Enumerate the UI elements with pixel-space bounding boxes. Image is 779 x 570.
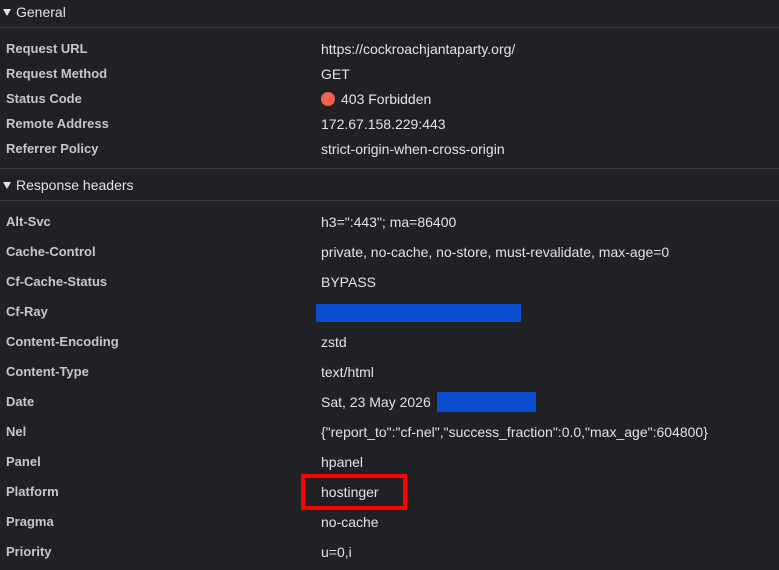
header-key: Cf-Ray <box>6 304 48 319</box>
header-key: Content-Type <box>6 364 89 379</box>
response-row-panel: Panel hpanel <box>0 449 779 474</box>
divider <box>0 168 779 169</box>
header-value: {"report_to":"cf-nel","success_fraction"… <box>321 423 708 440</box>
header-key: Date <box>6 394 35 409</box>
header-key: Referrer Policy <box>6 141 99 156</box>
divider <box>0 200 779 201</box>
header-key: Request Method <box>6 66 108 81</box>
header-value: https://cockroachjantaparty.org/ <box>321 40 516 57</box>
response-row-content-encoding: Content-Encoding zstd <box>0 329 779 354</box>
header-value: strict-origin-when-cross-origin <box>321 140 505 157</box>
header-value: no-cache <box>321 513 379 530</box>
header-value: text/html <box>321 363 374 380</box>
response-row-nel: Nel {"report_to":"cf-nel","success_fract… <box>0 419 779 444</box>
header-key: Pragma <box>6 514 54 529</box>
header-key: Request URL <box>6 41 88 56</box>
header-value: Sat, 23 May 2026 <box>321 393 431 410</box>
general-row-remote-address: Remote Address 172.67.158.229:443 <box>0 111 779 136</box>
response-row-cf-cache-status: Cf-Cache-Status BYPASS <box>0 269 779 294</box>
redaction-block <box>437 392 536 412</box>
header-value: h3=":443"; ma=86400 <box>321 213 457 230</box>
response-row-alt-svc: Alt-Svc h3=":443"; ma=86400 <box>0 209 779 234</box>
header-key: Platform <box>6 484 59 499</box>
status-text: 403 Forbidden <box>341 90 432 107</box>
header-value: BYPASS <box>321 273 376 290</box>
header-value: u=0,i <box>321 543 352 560</box>
header-value: hpanel <box>321 453 364 470</box>
response-row-date: Date Sat, 23 May 2026 <box>0 389 779 414</box>
general-row-request-url: Request URL https://cockroachjantaparty.… <box>0 36 779 61</box>
header-key: Cache-Control <box>6 244 96 259</box>
header-key: Content-Encoding <box>6 334 119 349</box>
response-row-content-type: Content-Type text/html <box>0 359 779 384</box>
general-section-toggle[interactable]: General <box>0 0 779 24</box>
response-row-priority: Priority u=0,i <box>0 539 779 564</box>
header-value: GET <box>321 65 350 82</box>
header-key: Nel <box>6 424 27 439</box>
expand-arrow-icon <box>3 8 11 16</box>
general-section-title: General <box>16 4 66 20</box>
expand-arrow-icon <box>3 181 11 189</box>
response-row-pragma: Pragma no-cache <box>0 509 779 534</box>
general-row-request-method: Request Method GET <box>0 61 779 86</box>
general-row-referrer-policy: Referrer Policy strict-origin-when-cross… <box>0 136 779 161</box>
response-headers-section-title: Response headers <box>16 177 134 193</box>
highlight-annotation <box>301 474 407 510</box>
response-headers-section-toggle[interactable]: Response headers <box>0 173 779 197</box>
header-key: Remote Address <box>6 116 109 131</box>
headers-panel: General Request URL https://cockroachjan… <box>0 0 779 570</box>
header-value: 172.67.158.229:443 <box>321 115 446 132</box>
redaction-block <box>316 304 521 322</box>
response-row-cache-control: Cache-Control private, no-cache, no-stor… <box>0 239 779 264</box>
header-value: zstd <box>321 333 347 350</box>
status-value: 403 Forbidden <box>321 91 431 107</box>
divider <box>0 27 779 28</box>
general-row-status-code: Status Code 403 Forbidden <box>0 86 779 111</box>
header-key: Panel <box>6 454 41 469</box>
header-key: Priority <box>6 544 52 559</box>
header-key: Alt-Svc <box>6 214 51 229</box>
header-key: Status Code <box>6 91 82 106</box>
status-error-icon <box>321 91 335 106</box>
header-value: private, no-cache, no-store, must-revali… <box>321 243 670 260</box>
header-key: Cf-Cache-Status <box>6 274 108 289</box>
